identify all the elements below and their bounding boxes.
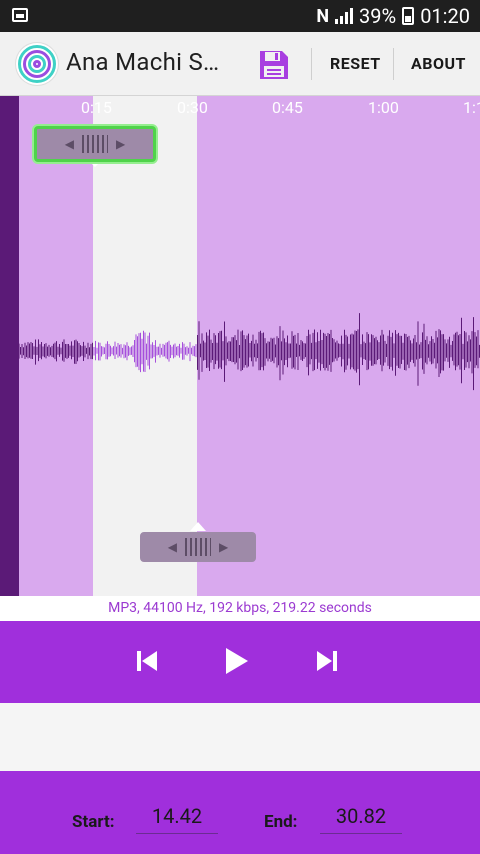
about-button[interactable]: ABOUT bbox=[411, 54, 466, 73]
time-tick: 1:1 bbox=[463, 98, 480, 117]
end-marker-notch bbox=[190, 522, 206, 531]
skip-previous-icon[interactable] bbox=[136, 650, 158, 672]
app-bar-divider bbox=[393, 48, 394, 80]
app-logo-icon[interactable] bbox=[16, 43, 58, 85]
reset-button[interactable]: RESET bbox=[330, 54, 381, 73]
end-marker-handle[interactable]: ◀ ▶ bbox=[140, 532, 256, 562]
end-time-field[interactable]: 30.82 bbox=[320, 801, 402, 834]
spacer-panel bbox=[0, 703, 480, 771]
grip-icon bbox=[82, 135, 108, 153]
grip-icon bbox=[185, 538, 211, 556]
play-icon[interactable] bbox=[224, 647, 250, 675]
app-bar: Ana Machi S… RESET ABOUT bbox=[0, 32, 480, 96]
battery-icon bbox=[402, 7, 415, 25]
time-tick: 0:30 bbox=[177, 98, 208, 117]
save-icon[interactable] bbox=[258, 49, 290, 81]
arrow-right-icon: ▶ bbox=[116, 137, 126, 151]
clock: 01:20 bbox=[420, 4, 470, 28]
waveform bbox=[19, 313, 480, 391]
app-title: Ana Machi S… bbox=[66, 48, 220, 76]
start-marker-handle[interactable]: ◀ ▶ bbox=[34, 126, 156, 162]
nfc-icon: N bbox=[316, 5, 330, 27]
app-bar-divider bbox=[311, 48, 312, 80]
range-panel: Start: 14.42 End: 30.82 bbox=[0, 771, 480, 854]
status-bar: N 39% 01:20 bbox=[0, 0, 480, 32]
playback-cursor-strip bbox=[0, 96, 19, 596]
start-label: Start: bbox=[72, 812, 115, 832]
signal-icon bbox=[335, 8, 354, 24]
file-info: MP3, 44100 Hz, 192 kbps, 219.22 seconds bbox=[0, 596, 480, 621]
end-label: End: bbox=[264, 812, 298, 832]
gallery-notification-icon bbox=[12, 8, 28, 22]
start-time-field[interactable]: 14.42 bbox=[136, 801, 218, 834]
battery-percent: 39% bbox=[359, 4, 397, 28]
arrow-right-icon: ▶ bbox=[219, 540, 229, 554]
skip-next-icon[interactable] bbox=[316, 650, 338, 672]
playback-controls bbox=[0, 621, 480, 703]
arrow-left-icon: ◀ bbox=[64, 137, 74, 151]
time-tick: 0:15 bbox=[81, 98, 112, 117]
waveform-editor[interactable]: 0:15 0:30 0:45 1:00 1:1 ◀ ▶ ◀ ▶ bbox=[0, 96, 480, 596]
status-indicators: N 39% 01:20 bbox=[316, 4, 470, 28]
time-tick: 0:45 bbox=[272, 98, 303, 117]
time-tick: 1:00 bbox=[368, 98, 399, 117]
arrow-left-icon: ◀ bbox=[167, 540, 177, 554]
